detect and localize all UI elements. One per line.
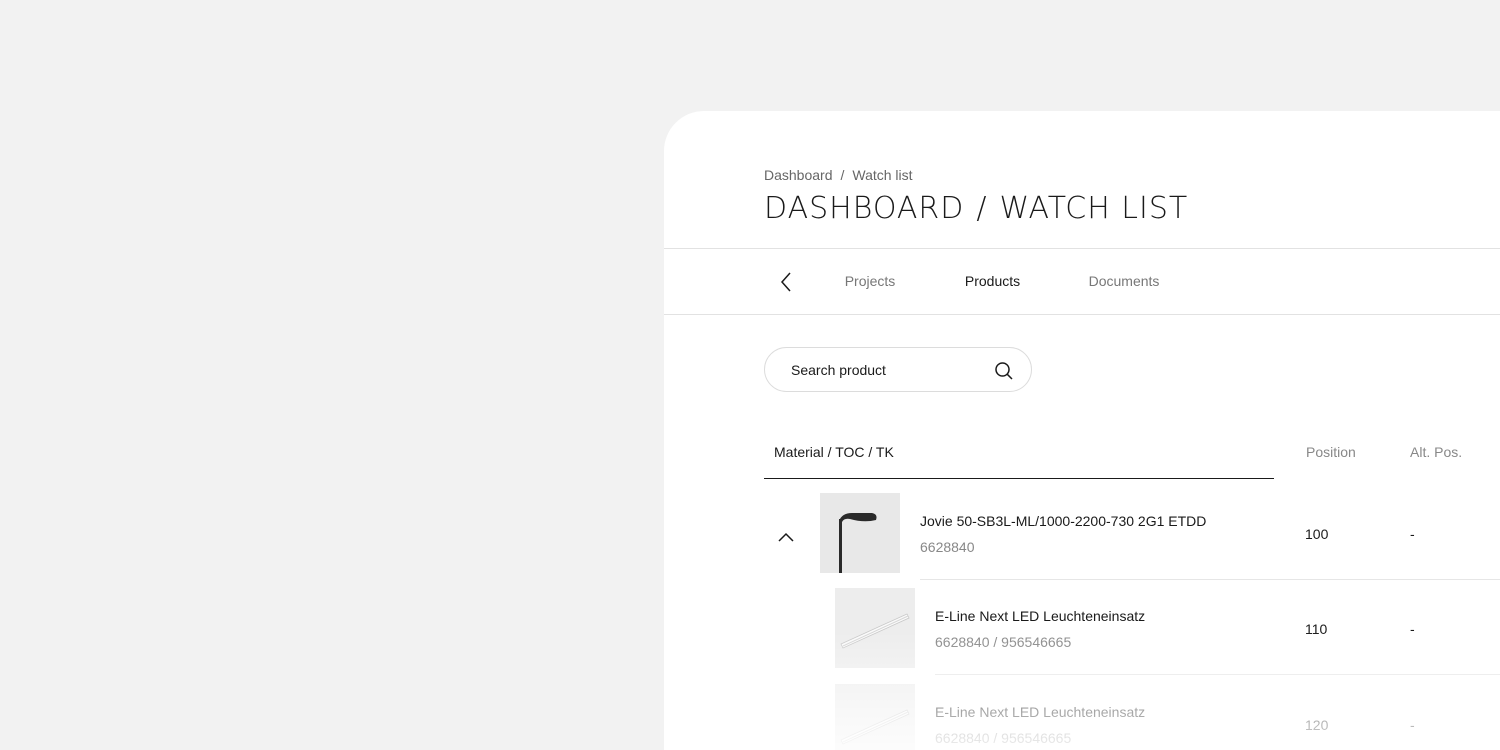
product-image — [835, 684, 915, 750]
row-divider — [935, 674, 1500, 675]
tab-bar: Projects Products Documents — [664, 249, 1500, 315]
chevron-left-icon — [780, 272, 791, 292]
led-insert-image — [835, 684, 915, 750]
page-title-part2: WATCH LIST — [999, 191, 1189, 226]
alt-pos-value: - — [1410, 717, 1415, 733]
product-name[interactable]: E-Line Next LED Leuchteneinsatz — [935, 608, 1145, 624]
divider — [664, 314, 1500, 315]
search-icon[interactable] — [994, 361, 1014, 381]
product-image — [835, 588, 915, 668]
alt-pos-value: - — [1410, 526, 1415, 542]
page-title-part1: DASHBOARD — [764, 191, 965, 226]
position-value: 110 — [1305, 621, 1328, 637]
table-row[interactable]: E-Line Next LED Leuchteneinsatz 6628840 … — [664, 588, 1500, 676]
product-name[interactable]: E-Line Next LED Leuchteneinsatz — [935, 704, 1145, 720]
table-row[interactable]: Jovie 50-SB3L-ML/1000-2200-730 2G1 ETDD … — [664, 493, 1500, 581]
breadcrumb-item-dashboard[interactable]: Dashboard — [764, 167, 833, 183]
product-id: 6628840 / 956546665 — [935, 730, 1072, 746]
tab-products[interactable]: Products — [929, 249, 1056, 315]
tab-documents[interactable]: Documents — [1074, 249, 1174, 315]
position-value: 100 — [1305, 526, 1329, 542]
tab-projects[interactable]: Projects — [828, 249, 912, 315]
breadcrumb-separator: / — [840, 167, 845, 183]
product-image — [820, 493, 900, 573]
table-row[interactable]: E-Line Next LED Leuchteneinsatz 6628840 … — [664, 684, 1500, 750]
header-underline — [764, 478, 1274, 479]
back-button[interactable] — [770, 269, 802, 295]
search-input[interactable] — [789, 360, 983, 379]
product-name[interactable]: Jovie 50-SB3L-ML/1000-2200-730 2G1 ETDD — [920, 513, 1206, 529]
column-header-alt-pos[interactable]: Alt. Pos. — [1410, 444, 1462, 460]
product-id: 6628840 — [920, 539, 975, 555]
search-box — [764, 347, 1032, 392]
page-title-separator: / — [976, 191, 988, 226]
breadcrumb-item-watch-list[interactable]: Watch list — [852, 167, 912, 183]
breadcrumb: Dashboard / Watch list — [764, 167, 913, 183]
page-title: DASHBOARD / WATCH LIST — [764, 191, 1188, 226]
position-value: 120 — [1305, 717, 1329, 733]
led-insert-image — [835, 588, 915, 668]
column-header-material[interactable]: Material / TOC / TK — [774, 444, 894, 460]
chevron-up-icon[interactable] — [776, 530, 796, 544]
column-header-position[interactable]: Position — [1306, 444, 1356, 460]
product-id: 6628840 / 956546665 — [935, 634, 1072, 650]
row-divider — [920, 579, 1500, 580]
street-light-image — [820, 493, 900, 573]
main-panel: Dashboard / Watch list DASHBOARD / WATCH… — [664, 111, 1500, 750]
alt-pos-value: - — [1410, 621, 1415, 637]
